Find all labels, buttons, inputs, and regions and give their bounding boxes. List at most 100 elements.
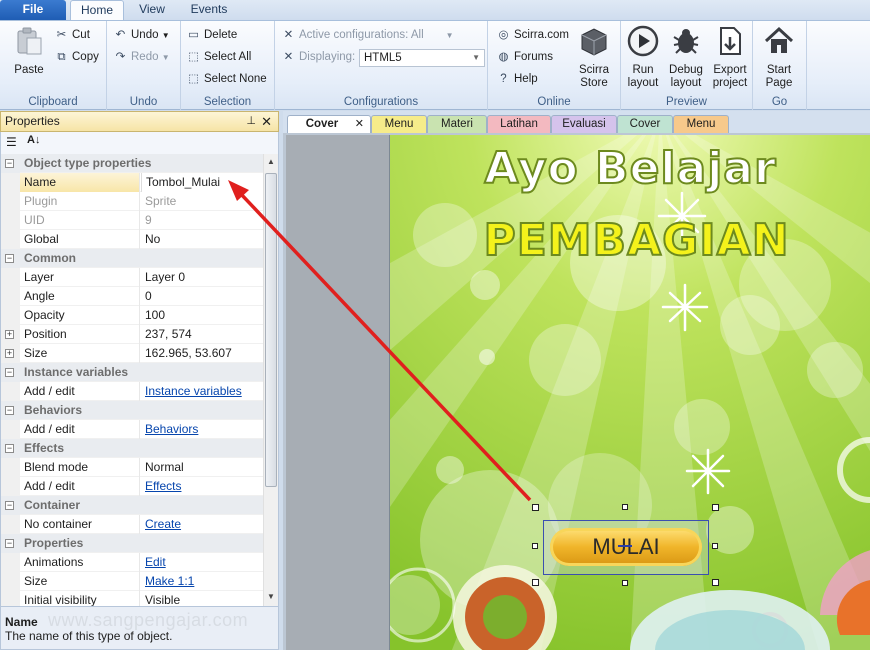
property-row[interactable]: Blend mode Normal: [1, 458, 263, 477]
layout-tab[interactable]: Cover ✕: [287, 115, 371, 133]
property-category[interactable]: − Common: [1, 249, 263, 268]
property-link[interactable]: Instance variables: [141, 382, 263, 401]
collapse-icon[interactable]: −: [5, 406, 14, 415]
property-category[interactable]: − Effects: [1, 439, 263, 458]
resize-handle[interactable]: [532, 504, 539, 511]
scirra-link[interactable]: ◎ Scirra.com: [496, 25, 568, 45]
property-link[interactable]: Make 1:1: [141, 572, 263, 591]
property-category[interactable]: − Instance variables: [1, 363, 263, 382]
resize-handle[interactable]: [532, 543, 538, 549]
resize-handle[interactable]: [622, 504, 628, 510]
undo-button[interactable]: ↶ Undo ▼: [113, 25, 170, 45]
property-row[interactable]: Size Make 1:1: [1, 572, 263, 591]
scroll-down-icon[interactable]: ▼: [267, 592, 275, 601]
property-row[interactable]: Animations Edit: [1, 553, 263, 572]
scrollbar-thumb[interactable]: [265, 173, 277, 487]
scroll-up-icon[interactable]: ▲: [267, 157, 275, 166]
property-row[interactable]: + Size 162.965, 53.607: [1, 344, 263, 363]
property-link-text[interactable]: Effects: [145, 479, 181, 493]
property-category[interactable]: − Properties: [1, 534, 263, 553]
layout-tab[interactable]: Latihan: [487, 115, 551, 133]
property-value[interactable]: Layer 0: [141, 268, 263, 287]
property-value[interactable]: Normal: [141, 458, 263, 477]
cut-button[interactable]: ✂ Cut: [54, 25, 90, 45]
debug-layout-button[interactable]: Debug layout: [665, 25, 707, 90]
property-value[interactable]: Sprite: [141, 192, 263, 211]
resize-handle[interactable]: [712, 579, 719, 586]
property-row[interactable]: Add / edit Effects: [1, 477, 263, 496]
property-value[interactable]: 9: [141, 211, 263, 230]
tab-events[interactable]: Events: [180, 0, 238, 20]
layout-tab[interactable]: Menu: [673, 115, 729, 133]
property-link[interactable]: Edit: [141, 553, 263, 572]
help-link[interactable]: ? Help: [496, 69, 537, 89]
property-row[interactable]: Layer Layer 0: [1, 268, 263, 287]
property-value[interactable]: 237, 574: [141, 325, 263, 344]
property-value[interactable]: 162.965, 53.607: [141, 344, 263, 363]
copy-button[interactable]: ⧉ Copy: [54, 47, 98, 67]
property-row[interactable]: + Position 237, 574: [1, 325, 263, 344]
property-category[interactable]: − Behaviors: [1, 401, 263, 420]
property-row[interactable]: Add / edit Behaviors: [1, 420, 263, 439]
property-row[interactable]: No container Create: [1, 515, 263, 534]
layout-tab[interactable]: Evaluasi: [551, 115, 617, 133]
collapse-icon[interactable]: −: [5, 444, 14, 453]
categorized-icon[interactable]: ☰: [6, 135, 17, 149]
sort-alphabetical-icon[interactable]: A↓: [27, 134, 40, 146]
collapse-icon[interactable]: −: [5, 501, 14, 510]
property-row[interactable]: UID 9: [1, 211, 263, 230]
layout-tab[interactable]: Materi: [427, 115, 487, 133]
property-value[interactable]: Visible: [141, 591, 263, 606]
resize-handle[interactable]: [712, 543, 718, 549]
collapse-icon[interactable]: −: [5, 539, 14, 548]
layout-tab[interactable]: Menu: [371, 115, 427, 133]
property-link-text[interactable]: Make 1:1: [145, 574, 194, 588]
property-link-text[interactable]: Behaviors: [145, 422, 198, 436]
forums-link[interactable]: ◍ Forums: [496, 47, 553, 67]
property-link-text[interactable]: Instance variables: [145, 384, 242, 398]
select-none-button[interactable]: ⬚ Select None: [186, 69, 267, 89]
property-row[interactable]: Initial visibility Visible: [1, 591, 263, 606]
expand-icon[interactable]: +: [5, 330, 14, 339]
select-all-button[interactable]: ⬚ Select All: [186, 47, 251, 67]
resize-handle[interactable]: [532, 579, 539, 586]
property-link[interactable]: Behaviors: [141, 420, 263, 439]
property-value[interactable]: Tombol_Mulai: [141, 173, 263, 192]
property-row[interactable]: Name Tombol_Mulai: [1, 173, 263, 192]
property-link[interactable]: Create: [141, 515, 263, 534]
property-value[interactable]: 0: [141, 287, 263, 306]
property-row[interactable]: Angle 0: [1, 287, 263, 306]
active-configurations-dropdown[interactable]: ✕ Active configurations: All ▼: [281, 25, 454, 45]
property-link-text[interactable]: Edit: [145, 555, 166, 569]
run-layout-button[interactable]: Run layout: [623, 25, 663, 90]
resize-handle[interactable]: [622, 580, 628, 586]
delete-button[interactable]: ▭ Delete: [186, 25, 237, 45]
layout-tab[interactable]: Cover: [617, 115, 673, 133]
export-project-button[interactable]: Export project: [709, 25, 751, 90]
property-category[interactable]: − Container: [1, 496, 263, 515]
property-row[interactable]: Plugin Sprite: [1, 192, 263, 211]
property-category[interactable]: − Object type properties: [1, 154, 263, 173]
pin-icon[interactable]: ⊥: [246, 112, 256, 131]
collapse-icon[interactable]: −: [5, 254, 14, 263]
resize-handle[interactable]: [712, 504, 719, 511]
paste-button[interactable]: Paste: [8, 25, 50, 77]
mulai-button-sprite[interactable]: MULAI: [543, 520, 709, 575]
close-tab-icon[interactable]: ✕: [355, 116, 364, 133]
displaying-select[interactable]: HTML5 ▼: [359, 49, 485, 67]
property-row[interactable]: Add / edit Instance variables: [1, 382, 263, 401]
property-link-text[interactable]: Create: [145, 517, 181, 531]
property-row[interactable]: Global No: [1, 230, 263, 249]
tab-view[interactable]: View: [126, 0, 178, 20]
start-page-button[interactable]: Start Page: [759, 25, 799, 90]
property-link[interactable]: Effects: [141, 477, 263, 496]
scirra-store-button[interactable]: Scirra Store: [574, 25, 614, 90]
property-value[interactable]: No: [141, 230, 263, 249]
file-tab[interactable]: File: [0, 0, 66, 20]
property-value[interactable]: 100: [141, 306, 263, 325]
expand-icon[interactable]: +: [5, 349, 14, 358]
collapse-icon[interactable]: −: [5, 159, 14, 168]
redo-button[interactable]: ↷ Redo ▼: [113, 47, 170, 67]
collapse-icon[interactable]: −: [5, 368, 14, 377]
close-icon[interactable]: ✕: [261, 112, 272, 131]
